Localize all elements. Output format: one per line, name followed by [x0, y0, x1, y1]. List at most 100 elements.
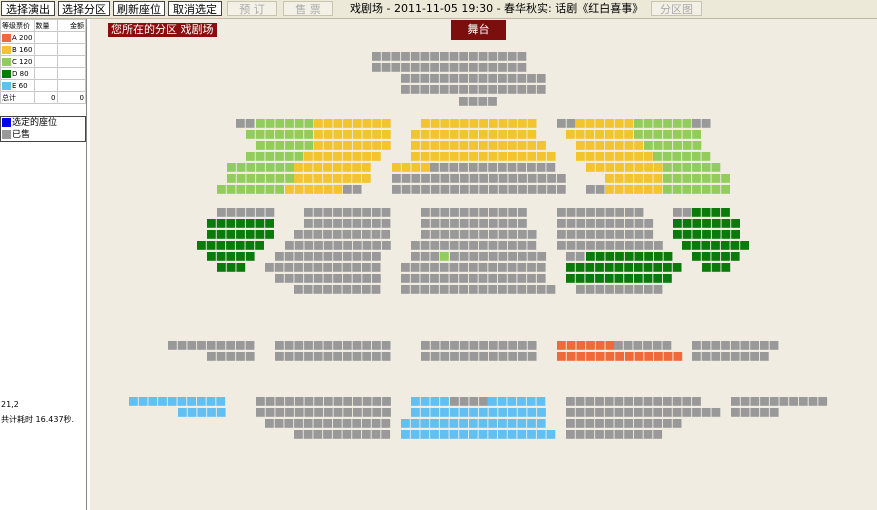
seat[interactable]: [721, 341, 730, 350]
seat[interactable]: [255, 130, 265, 139]
seat[interactable]: [275, 185, 284, 194]
seat[interactable]: [314, 130, 323, 139]
seat[interactable]: [440, 252, 449, 261]
seat[interactable]: [517, 419, 527, 428]
seat[interactable]: [672, 174, 682, 183]
seat[interactable]: [701, 119, 711, 128]
seat[interactable]: [557, 230, 566, 239]
seat[interactable]: [595, 141, 605, 150]
seat[interactable]: [430, 219, 440, 228]
seat[interactable]: [624, 119, 634, 128]
seat[interactable]: [585, 274, 595, 283]
seat[interactable]: [517, 152, 527, 161]
seat[interactable]: [275, 174, 285, 183]
seat[interactable]: [449, 85, 459, 94]
seat[interactable]: [284, 152, 294, 161]
seat[interactable]: [187, 341, 197, 350]
seat[interactable]: [265, 141, 275, 150]
seat[interactable]: [644, 219, 654, 228]
seat[interactable]: [701, 408, 711, 417]
seat[interactable]: [226, 208, 236, 217]
seat[interactable]: [294, 252, 304, 261]
seat[interactable]: [479, 397, 488, 406]
seat[interactable]: [313, 219, 323, 228]
seat[interactable]: [615, 252, 624, 261]
seat[interactable]: [721, 352, 730, 361]
seat[interactable]: [352, 174, 361, 183]
seat[interactable]: [517, 252, 527, 261]
seat[interactable]: [672, 130, 682, 139]
seat[interactable]: [401, 52, 410, 61]
seat[interactable]: [372, 130, 381, 139]
seat[interactable]: [644, 141, 653, 150]
cancel-selection-button[interactable]: 取消选定: [168, 1, 222, 16]
seat[interactable]: [653, 408, 663, 417]
seat[interactable]: [362, 152, 371, 161]
seat[interactable]: [701, 252, 711, 261]
seat[interactable]: [323, 219, 333, 228]
seat[interactable]: [517, 397, 526, 406]
seat[interactable]: [701, 352, 711, 361]
seat[interactable]: [236, 352, 245, 361]
seat[interactable]: [701, 341, 711, 350]
seat[interactable]: [488, 430, 498, 439]
seat[interactable]: [537, 185, 547, 194]
seat[interactable]: [585, 141, 595, 150]
seat[interactable]: [488, 252, 498, 261]
seat[interactable]: [691, 152, 701, 161]
seat[interactable]: [323, 352, 333, 361]
seat[interactable]: [468, 419, 478, 428]
seat[interactable]: [488, 263, 498, 272]
seat[interactable]: [536, 74, 546, 83]
seat[interactable]: [527, 185, 537, 194]
seat[interactable]: [430, 141, 440, 150]
seat[interactable]: [721, 263, 731, 272]
seat[interactable]: [469, 174, 479, 183]
seat[interactable]: [256, 397, 265, 406]
seat[interactable]: [381, 430, 391, 439]
seat[interactable]: [294, 163, 303, 172]
seat[interactable]: [605, 352, 615, 361]
seat[interactable]: [459, 430, 468, 439]
seat[interactable]: [566, 130, 575, 139]
seat[interactable]: [294, 263, 303, 272]
seat[interactable]: [285, 397, 294, 406]
seat[interactable]: [468, 74, 478, 83]
seat[interactable]: [236, 263, 246, 272]
seat[interactable]: [624, 185, 634, 194]
seat[interactable]: [178, 408, 187, 417]
seat[interactable]: [721, 230, 731, 239]
seat[interactable]: [537, 152, 546, 161]
seat[interactable]: [488, 141, 498, 150]
seat[interactable]: [410, 430, 420, 439]
seat[interactable]: [633, 419, 643, 428]
seat[interactable]: [362, 130, 372, 139]
seat[interactable]: [575, 419, 585, 428]
seat[interactable]: [585, 130, 595, 139]
seat[interactable]: [342, 230, 352, 239]
seat[interactable]: [401, 263, 410, 272]
seat[interactable]: [488, 341, 498, 350]
seat[interactable]: [644, 241, 654, 250]
seat[interactable]: [527, 241, 537, 250]
seat[interactable]: [459, 52, 469, 61]
seat[interactable]: [673, 219, 682, 228]
seat[interactable]: [420, 141, 430, 150]
seat[interactable]: [672, 408, 682, 417]
seat[interactable]: [342, 219, 352, 228]
seat[interactable]: [682, 219, 692, 228]
seat[interactable]: [226, 241, 235, 250]
seat[interactable]: [614, 408, 624, 417]
seat[interactable]: [488, 163, 497, 172]
seat[interactable]: [575, 252, 585, 261]
seat[interactable]: [197, 408, 207, 417]
seat[interactable]: [449, 430, 459, 439]
seat[interactable]: [459, 163, 468, 172]
seat[interactable]: [207, 230, 216, 239]
seat[interactable]: [634, 185, 643, 194]
seat[interactable]: [662, 341, 672, 350]
seat[interactable]: [517, 263, 527, 272]
seat[interactable]: [187, 408, 197, 417]
seat[interactable]: [265, 263, 274, 272]
seat[interactable]: [323, 241, 333, 250]
